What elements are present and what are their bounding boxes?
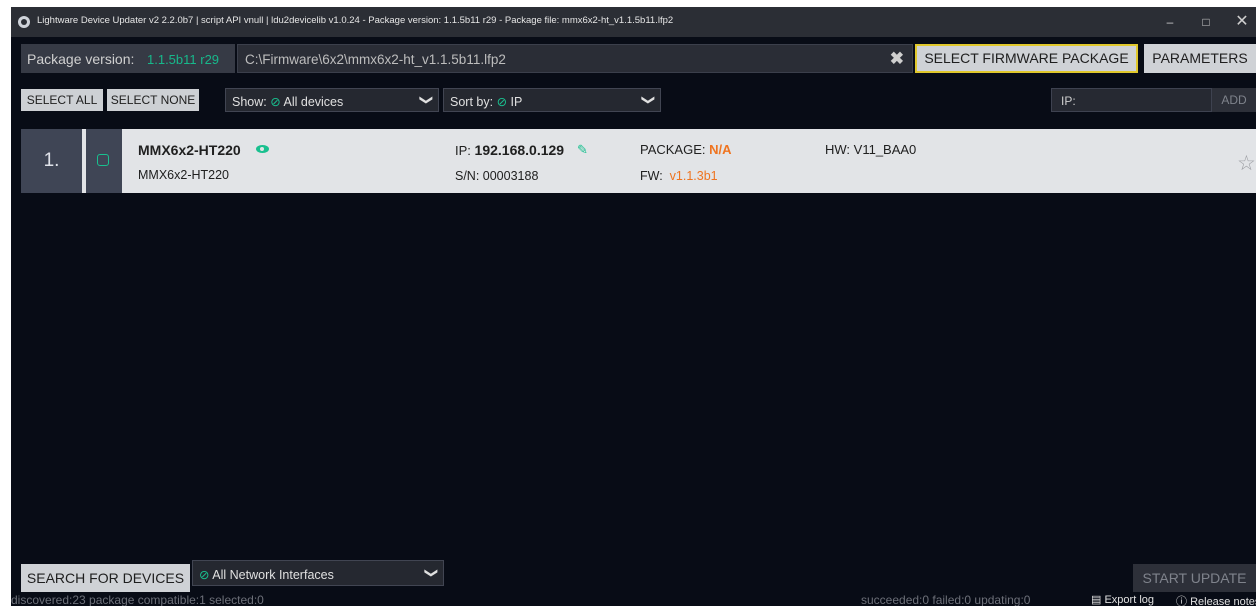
release-notes-label: Release notes	[1190, 596, 1256, 606]
chevron-down-icon: ❯	[424, 567, 440, 579]
parameters-button[interactable]: PARAMETERS	[1144, 44, 1256, 73]
package-path-field[interactable]: C:\Firmware\6x2\mmx6x2-ht_v1.1.5b11.lfp2…	[237, 44, 913, 73]
ip-value: 192.168.0.129	[474, 142, 565, 158]
app-window: Lightware Device Updater v2 2.2.0b7 | sc…	[11, 7, 1256, 606]
select-firmware-package-button[interactable]: SELECT FIRMWARE PACKAGE	[915, 44, 1138, 73]
close-button[interactable]: ✕	[1224, 7, 1256, 37]
device-serial: S/N: 00003188	[455, 169, 539, 183]
device-name: MMX6x2-HT220	[138, 142, 241, 158]
sort-value: IP	[510, 95, 523, 109]
select-none-button[interactable]: SELECT NONE	[107, 89, 199, 111]
edit-icon[interactable]: ✎	[577, 142, 588, 158]
release-notes-link[interactable]: ⓘ Release notes	[1176, 593, 1256, 606]
device-index: 1.	[21, 129, 82, 193]
device-model: MMX6x2-HT220	[138, 168, 229, 182]
clear-icon[interactable]: ✖	[890, 49, 904, 69]
chevron-down-icon: ❯	[419, 94, 435, 106]
window-title: Lightware Device Updater v2 2.2.0b7 | sc…	[37, 15, 674, 26]
file-icon: ▤	[1091, 594, 1102, 606]
fw-value: v1.1.3b1	[669, 169, 718, 183]
package-label: PACKAGE:	[640, 142, 706, 157]
network-interfaces-value: All Network Interfaces	[212, 568, 334, 582]
device-checkbox[interactable]	[97, 154, 109, 166]
package-value: N/A	[709, 142, 732, 157]
check-circle-icon: ⊘	[199, 568, 210, 582]
device-card[interactable]: 1. MMX6x2-HT220 MMX6x2-HT220 IP: 192.168…	[21, 129, 1256, 193]
info-icon: ⓘ	[1176, 596, 1187, 606]
check-circle-icon: ⊘	[270, 95, 281, 109]
package-path-text: C:\Firmware\6x2\mmx6x2-ht_v1.1.5b11.lfp2	[245, 52, 506, 67]
chevron-down-icon: ❯	[641, 94, 657, 106]
status-bar: discovered:23 package compatible:1 selec…	[11, 593, 1256, 606]
ip-input[interactable]: IP:	[1051, 88, 1212, 112]
sort-label: Sort by:	[450, 95, 494, 109]
network-interfaces-dropdown[interactable]: ⊘ All Network Interfaces ❯	[192, 560, 444, 586]
start-update-button[interactable]: START UPDATE	[1133, 564, 1256, 592]
title-bar[interactable]: Lightware Device Updater v2 2.2.0b7 | sc…	[11, 7, 1256, 37]
device-hardware: HW: V11_BAA0	[825, 142, 917, 157]
package-version-box: Package version: 1.1.5b11 r29	[21, 44, 235, 73]
device-firmware: FW: v1.1.3b1	[640, 169, 718, 183]
search-for-devices-button[interactable]: SEARCH FOR DEVICES	[21, 564, 190, 592]
minimize-button[interactable]: –	[1152, 7, 1188, 37]
show-value: All devices	[283, 95, 344, 109]
fw-label: FW:	[640, 169, 663, 183]
export-log-link[interactable]: ▤ Export log	[1091, 593, 1154, 606]
show-filter-dropdown[interactable]: Show: ⊘ All devices ❯	[225, 88, 439, 112]
select-all-button[interactable]: SELECT ALL	[21, 89, 103, 111]
export-log-label: Export log	[1104, 594, 1154, 606]
sort-by-dropdown[interactable]: Sort by: ⊘ IP ❯	[443, 88, 661, 112]
add-ip-button[interactable]: ADD	[1212, 88, 1256, 112]
status-progress: succeeded:0 failed:0 updating:0	[861, 593, 1031, 606]
maximize-button[interactable]: □	[1188, 7, 1224, 37]
package-version-value: 1.1.5b11 r29	[147, 52, 220, 67]
eye-icon[interactable]	[256, 145, 269, 153]
device-package: PACKAGE: N/A	[640, 142, 732, 157]
check-circle-icon: ⊘	[496, 95, 508, 109]
star-icon[interactable]: ☆	[1237, 151, 1256, 176]
package-version-label: Package version:	[27, 51, 135, 67]
app-logo-icon	[18, 16, 30, 28]
status-counts: discovered:23 package compatible:1 selec…	[11, 593, 264, 606]
ip-label: IP:	[455, 143, 471, 158]
device-ip: IP: 192.168.0.129	[455, 142, 564, 158]
show-label: Show:	[232, 95, 267, 109]
ip-placeholder: IP:	[1061, 94, 1076, 108]
device-select-column[interactable]	[86, 129, 122, 193]
